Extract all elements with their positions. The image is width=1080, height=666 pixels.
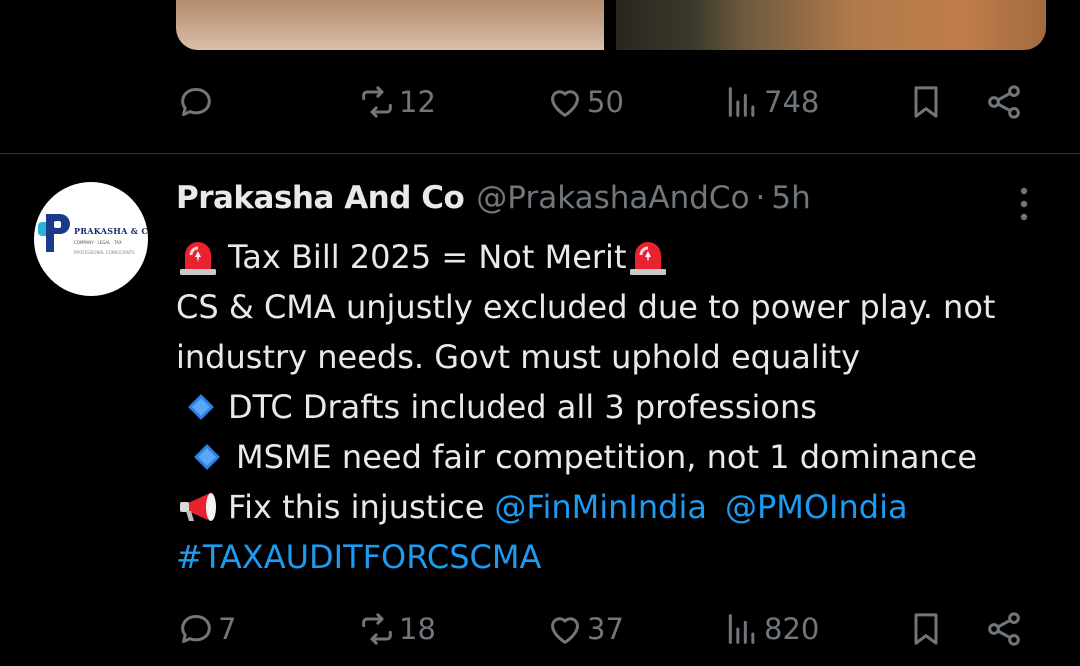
reply-count: 7 [218, 612, 237, 646]
siren-emoji [180, 242, 216, 275]
megaphone-emoji [180, 493, 216, 521]
tweet-line-1: Tax Bill 2025 = Not Merit [176, 232, 1056, 282]
media-image-1[interactable] [176, 0, 604, 50]
avatar[interactable]: PRAKASHA & CO COMPANY · LEGAL · TAX PROF… [34, 182, 148, 296]
views-button[interactable]: 748 [722, 77, 819, 127]
tweet-line-5-text: MSME need fair competition, not 1 domina… [236, 438, 978, 476]
tweet-line-4-text: DTC Drafts included all 3 professions [228, 388, 817, 426]
tweet-action-bar: 7 18 37 820 [0, 604, 1080, 654]
like-count: 37 [587, 612, 624, 646]
reply-icon [181, 88, 211, 116]
views-icon [728, 614, 755, 644]
share-icon [988, 612, 1020, 646]
repost-count: 18 [399, 612, 436, 646]
repost-button[interactable]: 18 [357, 604, 436, 654]
tweet-header: Prakasha And Co @PrakashaAndCo · 5h [176, 180, 811, 222]
hashtag-link[interactable]: #TAXAUDITFORCSCMA [176, 532, 541, 582]
author-handle[interactable]: @PrakashaAndCo [476, 180, 749, 216]
diamond-emoji [188, 394, 214, 420]
tweet-line-4: DTC Drafts included all 3 professions [176, 382, 1056, 432]
repost-icon [362, 613, 392, 645]
diamond-emoji [194, 444, 220, 470]
like-button[interactable]: 37 [545, 604, 624, 654]
logo-subtitle: COMPANY · LEGAL · TAX [74, 240, 122, 245]
mention-finminindia[interactable]: @FinMinIndia [494, 482, 707, 532]
tweet-line-1-text: Tax Bill 2025 = Not Merit [228, 238, 627, 276]
share-button[interactable] [984, 604, 1024, 654]
share-icon [988, 85, 1020, 119]
reply-icon [181, 615, 211, 643]
separator: · [755, 180, 766, 216]
repost-icon [362, 86, 392, 118]
tweet-line-7: #TAXAUDITFORCSCMA [176, 532, 1056, 582]
tweet-line-6-text: Fix this injustice [228, 488, 485, 526]
siren-emoji [630, 242, 667, 275]
mention-pmoindia[interactable]: @PMOIndia [725, 482, 908, 532]
reply-button[interactable]: 7 [176, 604, 236, 654]
repost-count: 12 [399, 85, 436, 119]
like-button[interactable]: 50 [545, 77, 624, 127]
timestamp[interactable]: 5h [771, 180, 810, 216]
author-name[interactable]: Prakasha And Co [176, 180, 465, 216]
tweet-line-3: industry needs. Govt must uphold equalit… [176, 338, 861, 376]
like-icon [551, 90, 579, 117]
views-button[interactable]: 820 [722, 604, 819, 654]
media-image-2[interactable] [616, 0, 1046, 50]
tweet-line-2: CS & CMA unjustly excluded due to power … [176, 288, 996, 326]
views-icon [728, 87, 755, 117]
tweet-text: Tax Bill 2025 = Not Merit CS & CMA unjus… [176, 232, 1056, 582]
reply-button[interactable] [176, 77, 218, 127]
bookmark-button[interactable] [906, 77, 946, 127]
previous-tweet-media[interactable] [176, 0, 1046, 50]
share-button[interactable] [984, 77, 1024, 127]
bookmark-icon [914, 613, 938, 645]
tweet-line-5: MSME need fair competition, not 1 domina… [176, 432, 1056, 482]
views-count: 820 [764, 612, 820, 646]
tweet-divider [0, 153, 1080, 154]
repost-button[interactable]: 12 [357, 77, 436, 127]
tweet-line-6: Fix this injustice @FinMinIndia @PMOIndi… [176, 482, 1056, 532]
views-count: 748 [764, 85, 820, 119]
logo-name: PRAKASHA & CO [74, 226, 148, 236]
logo-subtitle-2: PROFESSIONAL CONSULTANTS [74, 250, 135, 255]
logo-mark-icon [38, 214, 70, 252]
like-icon [551, 617, 579, 644]
previous-tweet-action-bar: 12 50 748 [0, 77, 1080, 127]
bookmark-icon [914, 86, 938, 118]
bookmark-button[interactable] [906, 604, 946, 654]
more-icon[interactable] [1012, 184, 1036, 224]
like-count: 50 [587, 85, 624, 119]
